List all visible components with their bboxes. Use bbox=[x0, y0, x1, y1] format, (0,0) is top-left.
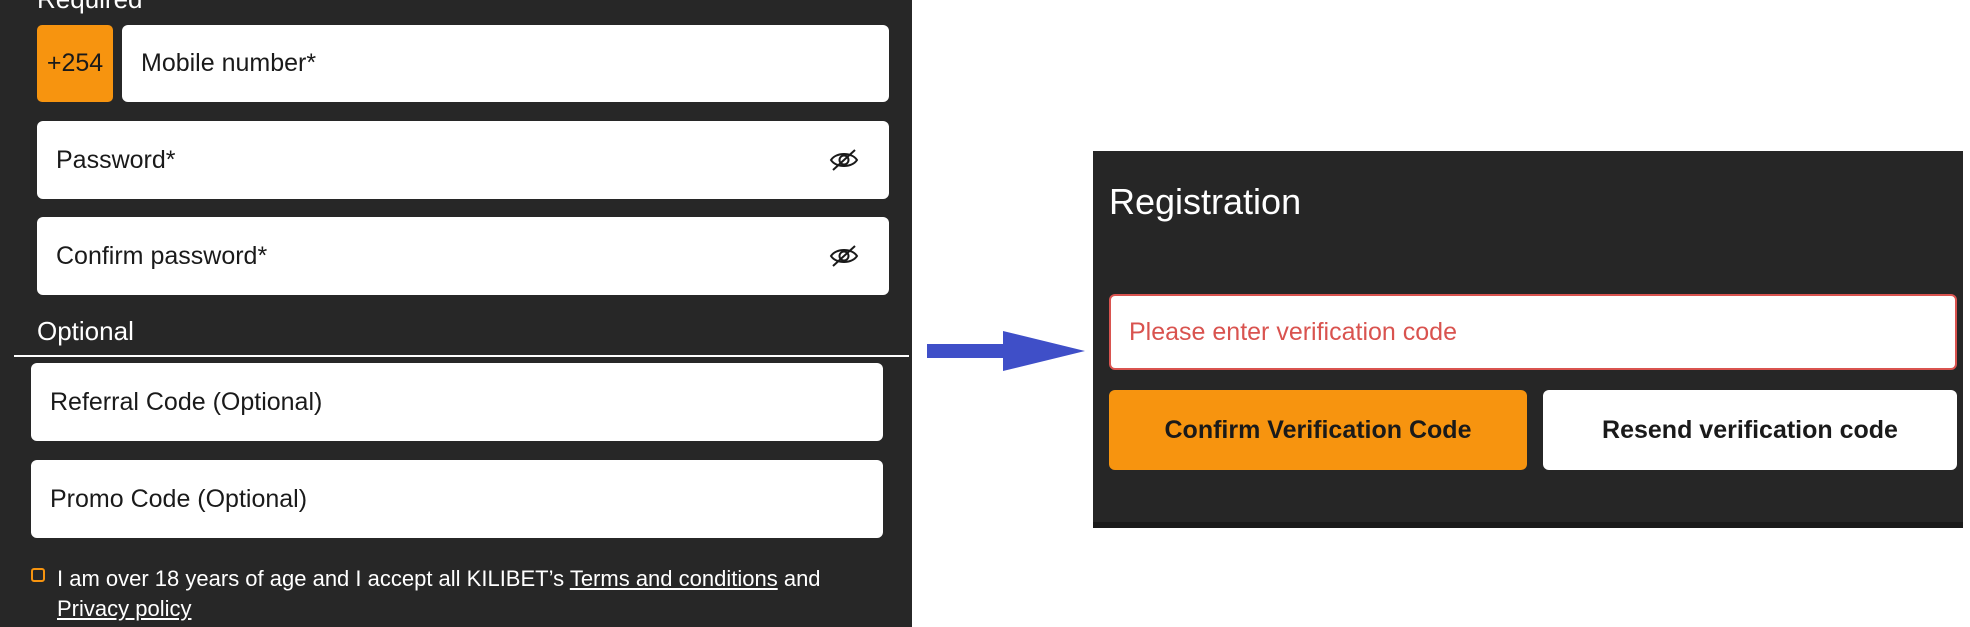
terms-prefix-text: I am over 18 years of age and I accept a… bbox=[57, 566, 565, 591]
terms-and-text: and bbox=[783, 566, 821, 591]
confirm-password-placeholder: Confirm password* bbox=[56, 241, 268, 270]
terms-checkbox[interactable] bbox=[31, 568, 45, 582]
registration-dialog: Registration Please enter verification c… bbox=[1093, 151, 1963, 528]
country-code-button[interactable]: +254 bbox=[37, 25, 113, 102]
terms-agreement: I am over 18 years of age and I accept a… bbox=[31, 564, 891, 624]
confirm-password-input[interactable]: Confirm password* bbox=[37, 217, 889, 295]
confirm-verification-code-button[interactable]: Confirm Verification Code bbox=[1109, 390, 1527, 470]
section-divider bbox=[14, 355, 909, 357]
eye-slash-icon[interactable] bbox=[829, 148, 859, 172]
mobile-number-input[interactable]: Mobile number* bbox=[122, 25, 889, 102]
password-placeholder: Password* bbox=[56, 145, 176, 174]
privacy-policy-link[interactable]: Privacy policy bbox=[57, 596, 191, 621]
dialog-bottom-border bbox=[1093, 522, 1963, 528]
referral-code-placeholder: Referral Code (Optional) bbox=[50, 387, 323, 416]
registration-form-panel: Required +254 Mobile number* Password* C… bbox=[0, 0, 912, 627]
resend-verification-code-button[interactable]: Resend verification code bbox=[1543, 390, 1957, 470]
mobile-number-placeholder: Mobile number* bbox=[141, 49, 317, 77]
verification-code-input[interactable]: Please enter verification code bbox=[1109, 294, 1957, 370]
password-input[interactable]: Password* bbox=[37, 121, 889, 199]
verification-code-placeholder: Please enter verification code bbox=[1129, 317, 1457, 346]
optional-section-label: Optional bbox=[37, 316, 134, 346]
eye-slash-icon[interactable] bbox=[829, 244, 859, 268]
promo-code-input[interactable]: Promo Code (Optional) bbox=[31, 460, 883, 538]
promo-code-placeholder: Promo Code (Optional) bbox=[50, 484, 308, 513]
arrow-right-icon bbox=[927, 331, 1085, 371]
registration-title: Registration bbox=[1109, 181, 1302, 222]
terms-and-conditions-link[interactable]: Terms and conditions bbox=[570, 566, 778, 591]
referral-code-input[interactable]: Referral Code (Optional) bbox=[31, 363, 883, 441]
required-section-label: Required bbox=[37, 0, 143, 15]
